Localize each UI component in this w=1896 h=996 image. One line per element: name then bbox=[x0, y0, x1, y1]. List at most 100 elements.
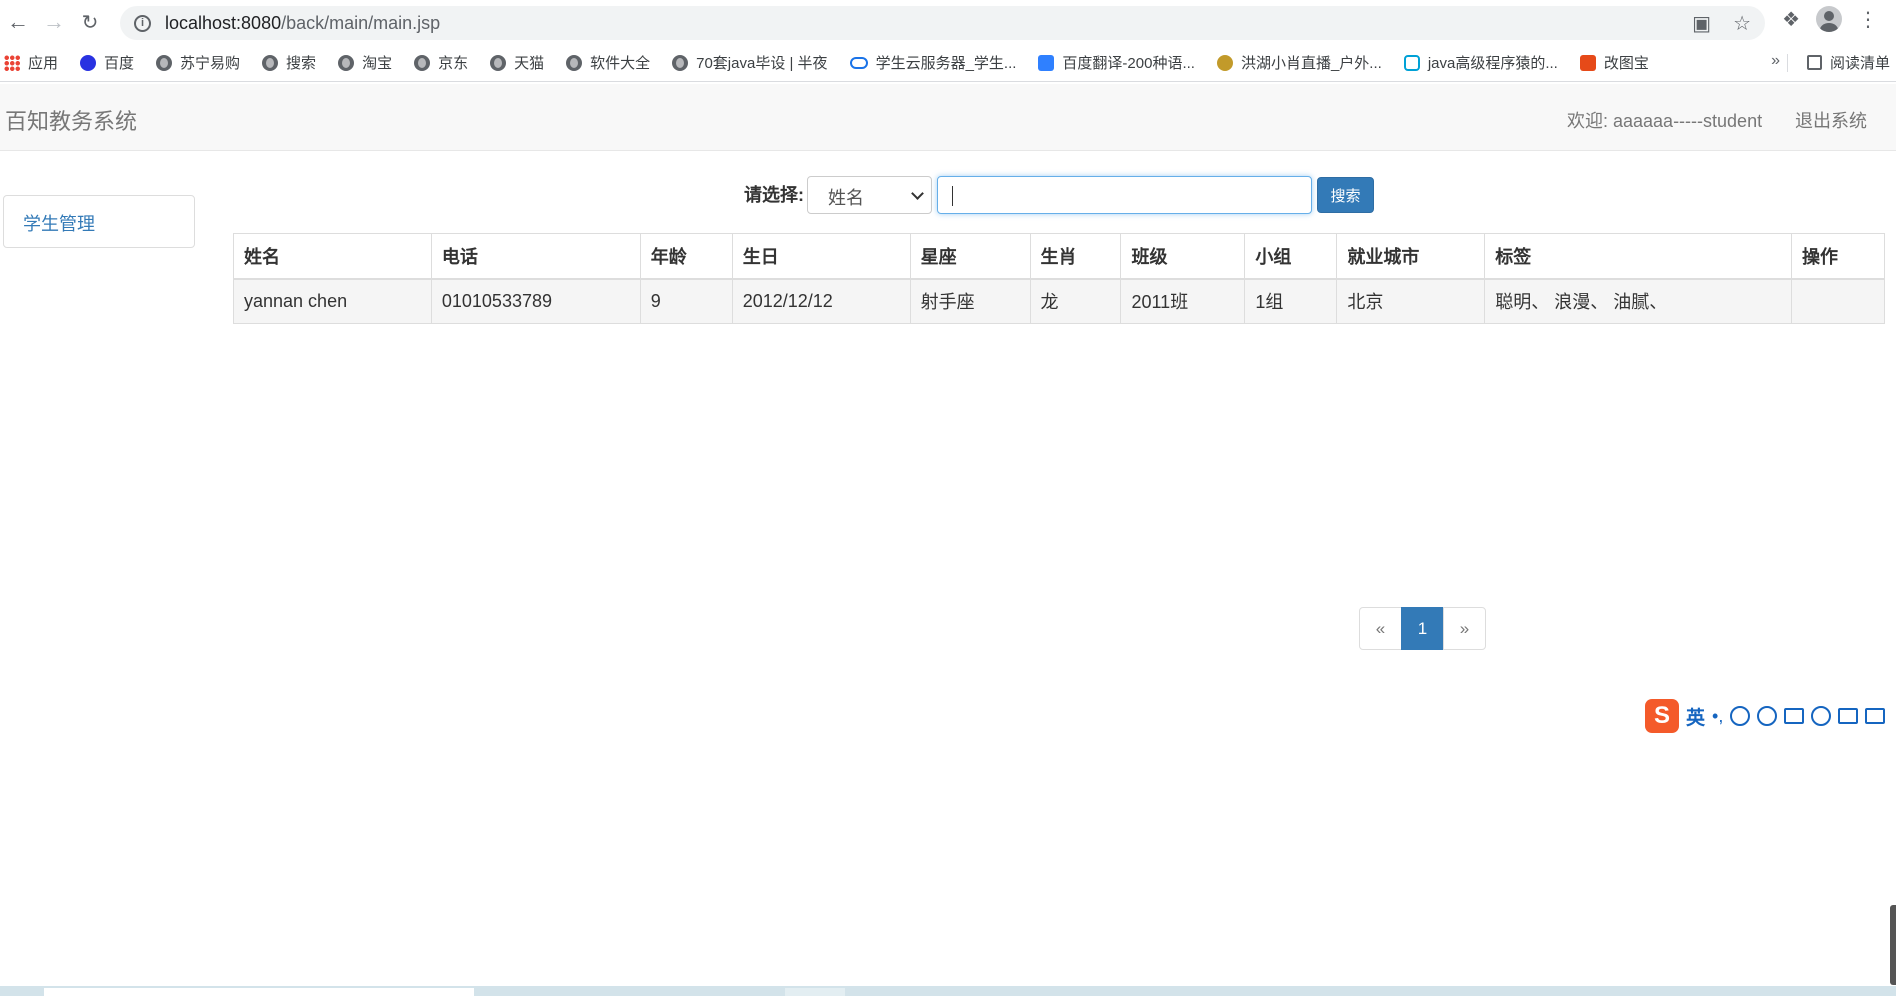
bookmark-label: 百度翻译-200种语... bbox=[1062, 55, 1195, 72]
bookmark-baidu[interactable]: 百度 bbox=[80, 52, 134, 73]
ime-user-icon[interactable] bbox=[1811, 706, 1832, 726]
globe-icon bbox=[490, 54, 507, 71]
column-header-group: 小组 bbox=[1244, 233, 1338, 280]
back-arrow-icon[interactable]: ← bbox=[0, 4, 36, 40]
search-field-select[interactable]: 姓名 bbox=[807, 176, 932, 214]
bookmark-label: 搜索 bbox=[286, 55, 317, 72]
taskbar-strip bbox=[0, 986, 1896, 996]
column-header-class: 班级 bbox=[1120, 233, 1246, 280]
browser-toolbar: ← → ↻ i localhost:8080/back/main/main.js… bbox=[0, 0, 1896, 44]
cell-group: 1组 bbox=[1244, 278, 1338, 324]
bookmark-suning[interactable]: 苏宁易购 bbox=[156, 52, 240, 73]
bookmark-gaitubao[interactable]: 改图宝 bbox=[1579, 52, 1649, 73]
bookmark-star-icon[interactable]: ☆ bbox=[1733, 11, 1751, 36]
bookmark-huya[interactable]: 洪湖小肖直播_户外... bbox=[1216, 52, 1382, 73]
forward-arrow-icon[interactable]: → bbox=[36, 4, 72, 40]
bookmark-label: 苏宁易购 bbox=[180, 55, 241, 72]
translate-page-icon[interactable]: ▣ bbox=[1692, 11, 1711, 36]
bookmark-java-projects[interactable]: 70套java毕设 | 半夜 bbox=[672, 52, 828, 73]
sidebar-item-student-management[interactable]: 学生管理 bbox=[3, 195, 195, 248]
bookmark-label: 淘宝 bbox=[362, 55, 393, 72]
taskbar-item[interactable] bbox=[785, 988, 845, 996]
bookmark-label: 天猫 bbox=[514, 55, 545, 72]
ime-keyboard-icon[interactable] bbox=[1784, 708, 1805, 724]
globe-icon bbox=[566, 54, 583, 71]
huya-icon bbox=[1216, 54, 1233, 71]
reading-list[interactable]: 阅读清单 bbox=[1806, 52, 1890, 73]
baidu-icon bbox=[80, 54, 97, 71]
pagination-page-1[interactable]: 1 bbox=[1401, 607, 1444, 650]
globe-icon bbox=[414, 54, 431, 71]
ime-language-toggle[interactable]: 英 bbox=[1686, 703, 1705, 730]
column-header-phone: 电话 bbox=[430, 233, 641, 280]
extensions-puzzle-icon[interactable]: ❖ bbox=[1782, 7, 1800, 32]
bookmark-label: 软件大全 bbox=[590, 55, 651, 72]
column-header-name: 姓名 bbox=[233, 233, 432, 280]
column-header-city: 就业城市 bbox=[1336, 233, 1486, 280]
bookmark-jd[interactable]: 京东 bbox=[414, 52, 468, 73]
bookmark-baidu-translate[interactable]: 百度翻译-200种语... bbox=[1038, 52, 1195, 73]
profile-avatar-icon[interactable] bbox=[1816, 6, 1842, 32]
app-navbar: 百知教务系统 欢迎: aaaaaa-----student 退出系统 bbox=[0, 84, 1896, 151]
translate-icon bbox=[1038, 54, 1055, 71]
search-input[interactable] bbox=[937, 176, 1312, 214]
bookmark-label: 70套java毕设 | 半夜 bbox=[696, 55, 828, 72]
ime-punctuation-toggle[interactable]: •, bbox=[1712, 706, 1723, 727]
sogou-logo-icon[interactable]: S bbox=[1645, 699, 1679, 733]
reading-list-label: 阅读清单 bbox=[1829, 55, 1890, 72]
pagination-prev-button[interactable]: « bbox=[1359, 607, 1402, 650]
more-bookmarks-chevron-icon[interactable]: » bbox=[1771, 52, 1780, 70]
column-header-tags: 标签 bbox=[1484, 233, 1792, 280]
column-header-zodiac: 生肖 bbox=[1029, 233, 1122, 280]
cell-actions bbox=[1790, 278, 1886, 324]
cell-phone: 01010533789 bbox=[430, 278, 641, 324]
bookmark-software[interactable]: 软件大全 bbox=[566, 52, 650, 73]
bookmark-tmall[interactable]: 天猫 bbox=[490, 52, 544, 73]
bookmark-search[interactable]: 搜索 bbox=[262, 52, 316, 73]
cell-age: 9 bbox=[639, 278, 733, 324]
bookmark-student-cloud[interactable]: 学生云服务器_学生... bbox=[849, 52, 1016, 73]
chevron-down-icon bbox=[911, 187, 924, 200]
globe-icon bbox=[672, 54, 689, 71]
url-path: /back/main/main.jsp bbox=[281, 12, 441, 33]
taskbar-item[interactable] bbox=[44, 988, 474, 996]
bilibili-icon bbox=[1403, 54, 1420, 71]
browser-menu-icon[interactable]: ⋮ bbox=[1858, 7, 1878, 32]
url-host: localhost:8080 bbox=[165, 12, 282, 33]
cell-birthday: 2012/12/12 bbox=[731, 278, 911, 324]
bookmark-label: 洪湖小肖直播_户外... bbox=[1240, 55, 1382, 72]
apps-icon bbox=[4, 54, 20, 71]
window-edge-handle bbox=[1890, 905, 1896, 985]
site-info-icon[interactable]: i bbox=[134, 14, 151, 32]
pagination: « 1 » bbox=[1359, 607, 1486, 650]
cell-constellation: 射手座 bbox=[909, 278, 1031, 324]
bookmark-taobao[interactable]: 淘宝 bbox=[338, 52, 392, 73]
bookmarks-divider bbox=[1787, 54, 1788, 72]
app-brand[interactable]: 百知教务系统 bbox=[5, 104, 137, 136]
reload-icon[interactable]: ↻ bbox=[72, 4, 108, 40]
url-text: localhost:8080/back/main/main.jsp bbox=[165, 13, 440, 34]
bookmark-label: 京东 bbox=[438, 55, 469, 72]
text-cursor bbox=[952, 186, 953, 206]
table-header-row: 姓名 电话 年龄 生日 星座 生肖 班级 小组 就业城市 标签 操作 bbox=[233, 233, 1886, 280]
bookmark-label: java高级程序猿的... bbox=[1427, 55, 1558, 72]
ime-microphone-icon[interactable] bbox=[1757, 706, 1778, 726]
column-header-actions: 操作 bbox=[1790, 233, 1886, 280]
bookmark-label: 应用 bbox=[28, 55, 59, 72]
search-field-label: 请选择: bbox=[744, 185, 804, 205]
pagination-next-button[interactable]: » bbox=[1443, 607, 1486, 650]
cell-tags: 聪明、 浪漫、 油腻、 bbox=[1484, 278, 1792, 324]
bookmark-bilibili[interactable]: java高级程序猿的... bbox=[1403, 52, 1558, 73]
logout-link[interactable]: 退出系统 bbox=[1795, 107, 1867, 133]
search-field-selected-value: 姓名 bbox=[828, 188, 864, 208]
search-button[interactable]: 搜索 bbox=[1317, 177, 1374, 213]
bookmark-label: 百度 bbox=[104, 55, 135, 72]
address-bar[interactable]: i localhost:8080/back/main/main.jsp ▣ ☆ bbox=[120, 6, 1765, 40]
bookmark-apps[interactable]: 应用 bbox=[4, 52, 58, 73]
reading-list-icon bbox=[1806, 55, 1822, 70]
ime-toolbox-icon[interactable] bbox=[1865, 708, 1886, 724]
table-row: yannan chen 01010533789 9 2012/12/12 射手座… bbox=[233, 278, 1886, 324]
ime-emoji-icon[interactable] bbox=[1730, 706, 1751, 726]
ime-skin-icon[interactable] bbox=[1838, 708, 1859, 724]
cell-class: 2011班 bbox=[1120, 278, 1246, 324]
